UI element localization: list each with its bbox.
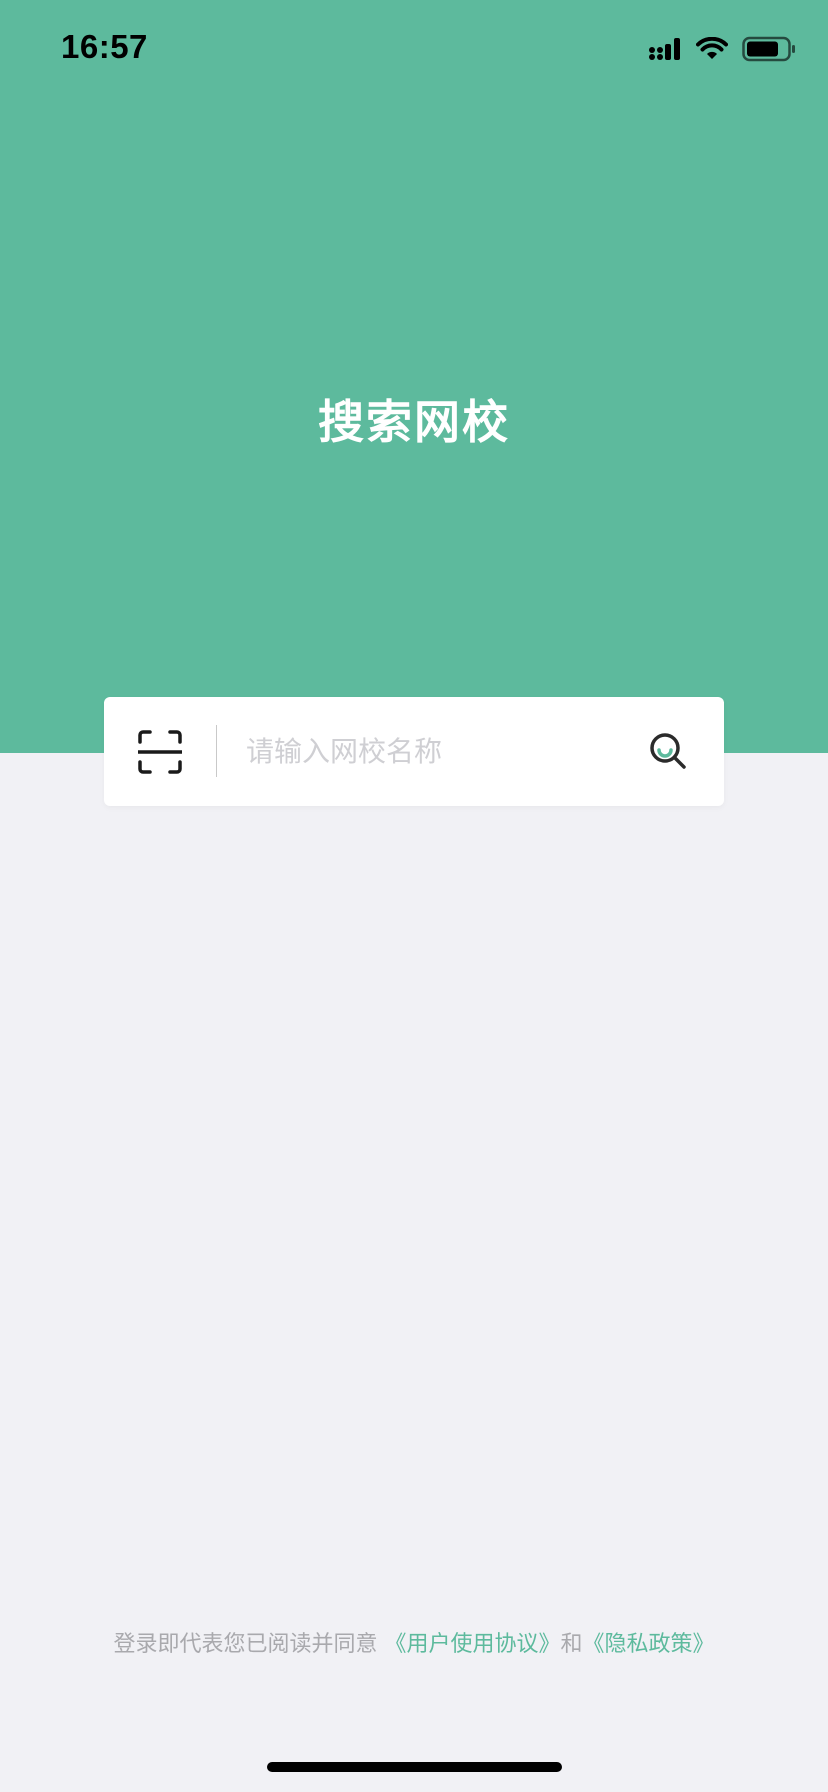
search-bar — [104, 697, 724, 806]
status-icons — [648, 34, 796, 64]
agreement-conjunction: 和 — [560, 1632, 583, 1657]
status-bar: 16:57 — [0, 0, 828, 100]
hero-header: 16:57 搜索网校 — [0, 0, 828, 753]
scan-button[interactable] — [136, 730, 184, 774]
wifi-icon — [696, 37, 728, 59]
home-indicator[interactable] — [267, 1762, 562, 1772]
search-divider — [216, 725, 217, 777]
status-time: 16:57 — [61, 28, 148, 65]
school-search-input[interactable] — [246, 723, 626, 779]
battery-icon — [742, 36, 795, 62]
search-button[interactable] — [648, 731, 688, 771]
search-icon — [650, 733, 686, 769]
signal-icon — [649, 38, 680, 60]
search-school-screen: 16:57 搜索网校 请输入网校名称 登录即代表您已阅读并同意 《用户使用协议》… — [0, 0, 828, 1792]
privacy-policy-link[interactable]: 《隐私政策》 — [583, 1632, 715, 1657]
scan-icon — [136, 730, 184, 774]
agreement-prefix: 登录即代表您已阅读并同意 — [113, 1632, 378, 1657]
page-title: 搜索网校 — [318, 395, 510, 449]
agreement-text: 登录即代表您已阅读并同意 《用户使用协议》和《隐私政策》 — [0, 1626, 828, 1658]
user-agreement-link[interactable]: 《用户使用协议》 — [384, 1632, 560, 1657]
